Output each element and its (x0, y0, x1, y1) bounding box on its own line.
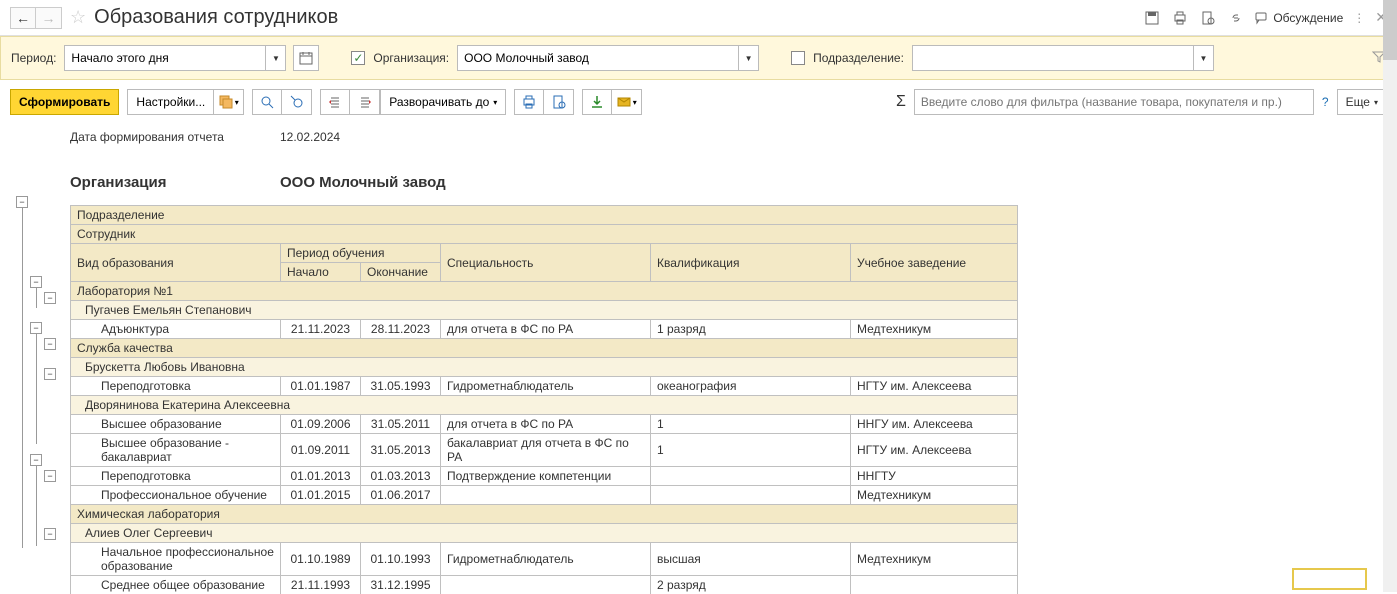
outline-tree: − − − − − − − − − (10, 128, 70, 594)
period-input[interactable] (65, 46, 265, 70)
print-button[interactable] (514, 89, 544, 115)
report-date-row: Дата формирования отчета 12.02.2024 (70, 128, 1387, 146)
dept-checkbox[interactable] (791, 51, 805, 65)
tree-toggle[interactable]: − (30, 322, 42, 334)
header-school: Учебное заведение (851, 244, 1018, 282)
header-dept: Подразделение (71, 206, 1018, 225)
report-org-label: Организация (70, 174, 280, 191)
org-dropdown-icon[interactable]: ▼ (738, 46, 758, 70)
forward-button[interactable]: → (36, 7, 62, 29)
link-icon[interactable] (1227, 9, 1245, 27)
discussion-button[interactable]: Обсуждение (1255, 11, 1343, 25)
tree-toggle[interactable]: − (16, 196, 28, 208)
find-reverse-button[interactable] (282, 89, 312, 115)
edu-row[interactable]: Переподготовка01.01.198731.05.1993Гидром… (71, 377, 1018, 396)
tree-toggle[interactable]: − (44, 368, 56, 380)
more-menu-icon[interactable]: ⋮ (1353, 11, 1365, 25)
period-label: Период: (11, 51, 56, 65)
period-dropdown-icon[interactable]: ▼ (265, 46, 285, 70)
dept-combo[interactable]: ▼ (912, 45, 1214, 71)
dept-label: Подразделение: (813, 51, 904, 65)
edu-row[interactable]: Высшее образование01.09.200631.05.2011дл… (71, 415, 1018, 434)
dept-row[interactable]: Служба качества (71, 339, 1018, 358)
org-label: Организация: (373, 51, 449, 65)
org-combo[interactable]: ▼ (457, 45, 759, 71)
save-icon[interactable] (1143, 9, 1161, 27)
tree-toggle[interactable]: − (44, 338, 56, 350)
favorite-star-icon[interactable]: ☆ (70, 7, 86, 28)
tree-toggle[interactable]: − (44, 292, 56, 304)
discussion-label: Обсуждение (1273, 11, 1343, 25)
toolbar: Сформировать Настройки... ▾ Разворачиват… (0, 80, 1397, 124)
report-table: Подразделение Сотрудник Вид образования … (70, 205, 1018, 594)
dept-input[interactable] (913, 46, 1193, 70)
scrollbar[interactable] (1383, 124, 1397, 592)
filter-bar: Период: ▼ ✓ Организация: ▼ Подразделение… (0, 36, 1397, 80)
tree-toggle[interactable]: − (44, 528, 56, 540)
dept-row[interactable]: Химическая лаборатория (71, 505, 1018, 524)
edu-row[interactable]: Высшее образование - бакалавриат01.09.20… (71, 434, 1018, 467)
report-content: Дата формирования отчета 12.02.2024 Орга… (70, 128, 1387, 594)
header-qual: Квалификация (651, 244, 851, 282)
dept-row[interactable]: Лаборатория №1 (71, 282, 1018, 301)
period-combo[interactable]: ▼ (64, 45, 286, 71)
org-checkbox[interactable]: ✓ (351, 51, 365, 65)
header-edu-type: Вид образования (71, 244, 281, 282)
print-icon[interactable] (1171, 9, 1189, 27)
more-label: Еще (1346, 95, 1370, 109)
period-calendar-button[interactable] (293, 45, 319, 71)
send-email-button[interactable]: ▾ (612, 89, 642, 115)
expand-all-button[interactable] (320, 89, 350, 115)
quick-filter-input[interactable] (914, 89, 1314, 115)
header-spec: Специальность (441, 244, 651, 282)
report-date-label: Дата формирования отчета (70, 130, 280, 144)
form-button[interactable]: Сформировать (10, 89, 119, 115)
edu-row[interactable]: Переподготовка01.01.201301.03.2013Подтве… (71, 467, 1018, 486)
print-preview-button[interactable] (544, 89, 574, 115)
dept-dropdown-icon[interactable]: ▼ (1193, 46, 1213, 70)
org-input[interactable] (458, 46, 738, 70)
employee-row[interactable]: Брускетта Любовь Ивановна (71, 358, 1018, 377)
employee-row[interactable]: Алиев Олег Сергеевич (71, 524, 1018, 543)
save-file-button[interactable] (582, 89, 612, 115)
collapse-all-button[interactable] (350, 89, 380, 115)
settings-button[interactable]: Настройки... (127, 89, 214, 115)
edu-row[interactable]: Начальное профессиональное образование01… (71, 543, 1018, 576)
header-end: Окончание (361, 263, 441, 282)
selection-box (1292, 568, 1367, 590)
expand-to-button[interactable]: Разворачивать до ▾ (380, 89, 506, 115)
settings-variants-button[interactable]: ▾ (214, 89, 244, 115)
header-period: Период обучения (281, 244, 441, 263)
preview-icon[interactable] (1199, 9, 1217, 27)
page-title: Образования сотрудников (94, 6, 338, 29)
back-button[interactable]: ← (10, 7, 36, 29)
tree-toggle[interactable]: − (30, 276, 42, 288)
titlebar: ← → ☆ Образования сотрудников Обсуждение… (0, 0, 1397, 36)
employee-row[interactable]: Пугачев Емельян Степанович (71, 301, 1018, 320)
tree-toggle[interactable]: − (44, 470, 56, 482)
header-start: Начало (281, 263, 361, 282)
find-button[interactable] (252, 89, 282, 115)
more-button[interactable]: Еще ▾ (1337, 89, 1387, 115)
expand-to-label: Разворачивать до (389, 95, 489, 109)
employee-row[interactable]: Дворянинова Екатерина Алексеевна (71, 396, 1018, 415)
report-date-value: 12.02.2024 (280, 130, 340, 144)
sigma-icon[interactable]: Σ (896, 93, 906, 111)
report-org-value: ООО Молочный завод (280, 174, 446, 191)
report-org-row: Организация ООО Молочный завод (70, 172, 1387, 193)
header-emp: Сотрудник (71, 225, 1018, 244)
edu-row[interactable]: Профессиональное обучение01.01.201501.06… (71, 486, 1018, 505)
tree-toggle[interactable]: − (30, 454, 42, 466)
edu-row[interactable]: Среднее общее образование21.11.199331.12… (71, 576, 1018, 594)
report-area: − − − − − − − − − Дата формирования отче… (0, 124, 1397, 594)
edu-row[interactable]: Адъюнктура21.11.202328.11.2023для отчета… (71, 320, 1018, 339)
help-icon[interactable]: ? (1322, 95, 1329, 109)
